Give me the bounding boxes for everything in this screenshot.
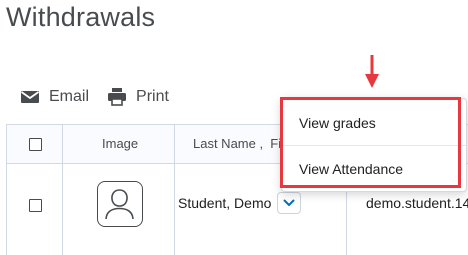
- pointer-arrow-icon: [364, 55, 380, 94]
- toolbar: Email Print: [20, 85, 187, 109]
- select-all-checkbox[interactable]: [29, 138, 42, 151]
- page-title: Withdrawals: [6, 2, 156, 32]
- row-checkbox[interactable]: [29, 199, 42, 212]
- avatar: [97, 181, 143, 227]
- chevron-down-icon: [283, 194, 295, 212]
- student-username: demo.student.14: [366, 195, 468, 211]
- column-divider: [62, 125, 63, 255]
- email-label: Email: [49, 88, 90, 105]
- column-divider: [174, 125, 175, 255]
- printer-icon: [107, 88, 127, 106]
- email-button[interactable]: Email: [20, 88, 89, 106]
- envelope-icon: [20, 89, 40, 105]
- highlight-box: [280, 97, 461, 188]
- header-image: Image: [102, 136, 139, 151]
- print-button[interactable]: Print: [107, 88, 169, 106]
- student-name[interactable]: Student, Demo: [178, 195, 271, 211]
- print-label: Print: [136, 88, 169, 105]
- header-last-name[interactable]: Last Name , Fir: [193, 136, 285, 151]
- context-menu-button[interactable]: [277, 192, 301, 214]
